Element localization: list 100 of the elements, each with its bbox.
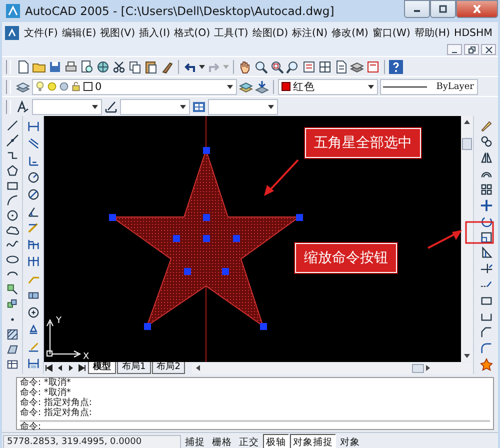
menu-item[interactable]: 修改(M) [330,26,370,40]
dimension-style-icon[interactable] [104,100,118,114]
restore-icon[interactable] [468,46,476,54]
scale-icon[interactable] [480,230,492,244]
scissors-icon[interactable] [112,60,126,74]
lightbulb-icon[interactable] [35,81,45,92]
new-file-icon[interactable] [16,60,30,74]
cloud-icon[interactable] [6,224,18,237]
caret-icon[interactable] [199,64,205,68]
layout-tab[interactable]: 布局1 [117,362,151,374]
chamfer-icon[interactable] [480,326,492,339]
region-icon[interactable] [6,343,18,356]
scrollbar-thumb[interactable] [462,138,472,150]
move-icon[interactable] [480,198,492,212]
layers-icon[interactable] [16,80,30,94]
polygon-icon[interactable] [6,164,18,177]
layer-arrow-icon[interactable] [255,80,269,94]
insert-block-icon[interactable] [6,283,18,296]
close-button[interactable] [481,44,496,55]
trim-icon[interactable] [480,262,492,276]
caret-icon[interactable] [92,104,98,108]
fillet-icon[interactable] [480,342,492,355]
table-icon[interactable] [6,358,18,371]
globe-icon[interactable] [96,60,110,74]
zoom-realtime-icon[interactable] [254,60,268,74]
menu-item[interactable]: 文件(F) [22,26,60,40]
pencil-icon[interactable] [480,119,492,132]
layer-dropdown[interactable]: 0 [32,78,237,94]
angular-dimension-icon[interactable] [26,204,40,218]
menu-item[interactable]: 绘图(D) [250,26,290,40]
hand-icon[interactable] [238,60,252,74]
menu-item[interactable]: HDSHM [452,28,494,38]
menu-item[interactable]: 编辑(E) [60,26,98,40]
last-tab-icon[interactable] [77,364,87,372]
menu-item[interactable]: 格式(O) [172,26,212,40]
document-icon[interactable] [5,26,19,40]
circle-icon[interactable] [6,208,18,222]
menu-item[interactable]: 窗口(W) [370,26,412,40]
radius-dimension-icon[interactable] [26,170,40,184]
close-button[interactable] [456,0,498,18]
first-tab-icon[interactable] [44,364,54,372]
zoom-window-icon[interactable] [270,60,284,74]
table-style-icon[interactable] [192,100,206,114]
copy-object-icon[interactable] [480,135,492,148]
close-icon[interactable] [484,46,492,54]
arc-icon[interactable] [6,194,18,207]
linear-dimension-icon[interactable] [26,120,40,133]
layout-tab[interactable]: 模型 [88,362,116,374]
line-icon[interactable] [6,118,18,132]
scroll-up-icon[interactable] [463,118,471,126]
help-icon[interactable] [389,60,403,74]
sun-icon[interactable] [59,81,69,92]
minimize-button[interactable] [404,0,430,18]
aligned-dimension-icon[interactable] [26,136,40,150]
caret-icon[interactable] [368,84,374,88]
break-icon[interactable] [480,294,492,308]
restore-button[interactable] [464,44,479,55]
linetype-dropdown[interactable]: ByLayer [380,78,478,94]
explode-icon[interactable] [480,358,492,371]
sun-icon[interactable] [47,81,57,92]
document-icon[interactable] [334,60,348,74]
caret-icon[interactable] [268,104,274,108]
layout-tab[interactable]: 布局2 [152,362,186,374]
center-mark-icon[interactable] [26,306,40,320]
properties-icon[interactable] [302,60,316,74]
quick-dimension-icon[interactable] [26,221,40,234]
command-window[interactable]: 命令: *取消* 命令: *取消* 命令: 指定对角点: 命令: 指定对角点: 命令: [16,377,494,430]
copy-icon[interactable] [128,60,142,74]
page-icon[interactable] [366,60,380,74]
brush-icon[interactable] [160,60,174,74]
scroll-left-icon[interactable] [194,364,202,372]
update-dimension-icon[interactable] [26,356,40,370]
menu-item[interactable]: 工具(T) [212,26,250,40]
scrollbar-thumb[interactable] [412,364,424,372]
hatch-icon[interactable] [6,328,18,342]
scroll-down-icon[interactable] [463,352,471,360]
clipboard-icon[interactable] [144,60,158,74]
ellipse-icon[interactable] [6,253,18,266]
status-toggle[interactable]: 对象捕捉 [290,434,336,448]
stack-icon[interactable] [350,60,364,74]
maximize-button[interactable] [430,0,456,18]
menu-item[interactable]: 标注(N) [290,26,330,40]
text-style-icon[interactable] [16,100,30,114]
array-icon[interactable] [480,182,492,196]
status-toggle[interactable]: 极轴 [263,434,289,448]
caret-icon[interactable] [227,84,233,88]
color-dropdown[interactable]: 红色 [278,78,378,94]
rotate-icon[interactable] [480,214,492,228]
grid-icon[interactable] [318,60,332,74]
selected-star-drawing[interactable] [109,147,303,330]
zoom-previous-icon[interactable] [286,60,300,74]
continue-dimension-icon[interactable] [26,255,40,268]
baseline-dimension-icon[interactable] [26,238,40,252]
construction-line-icon[interactable] [6,134,18,147]
menu-item[interactable]: 帮助(H) [412,26,452,40]
printer-icon[interactable] [64,60,78,74]
menu-item[interactable]: 插入(I) [137,26,172,40]
maximize-icon[interactable] [438,5,448,13]
minimize-button[interactable] [447,44,462,55]
page-magnifier-icon[interactable] [80,60,94,74]
